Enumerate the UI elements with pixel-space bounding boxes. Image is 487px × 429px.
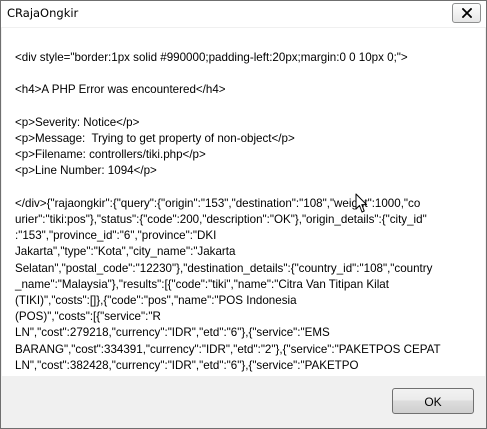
ok-button[interactable]: OK xyxy=(392,388,474,414)
title-bar[interactable]: CRajaOngkir xyxy=(1,1,486,27)
message-line: <p>Message: Trying to get property of no… xyxy=(15,131,295,145)
message-line: <p>Severity: Notice</p> xyxy=(15,115,140,129)
message-text: <div style="border:1px solid #990000;pad… xyxy=(15,50,455,374)
mouse-pointer-icon xyxy=(355,193,367,213)
message-line: :"153","province_id":"6","province":"DKI xyxy=(15,229,217,243)
message-line: _name":"Malaysia"},"results":[{"code":"t… xyxy=(15,277,389,291)
message-box-window: CRajaOngkir <div style="border:1px solid… xyxy=(0,0,487,429)
message-line: </div>{"rajaongkir":{"query":{"origin":"… xyxy=(15,196,421,210)
message-line: (TIKI)","costs":[]},{"code":"pos","name"… xyxy=(15,294,297,307)
message-area: <div style="border:1px solid #990000;pad… xyxy=(2,28,485,376)
close-icon xyxy=(462,8,472,18)
message-line: urier":"tiki:pos"},"status":{"code":200,… xyxy=(15,212,427,226)
message-line: <h4>A PHP Error was encountered</h4> xyxy=(15,83,226,97)
message-line: BARANG","cost":334391,"currency":"IDR","… xyxy=(15,342,441,356)
message-line: (POS)","costs":[{"service":"R xyxy=(15,310,161,324)
message-line: Jakarta","type":"Kota","city_name":"Jaka… xyxy=(15,245,236,259)
message-line: LN","cost":279218,"currency":"IDR","etd"… xyxy=(15,326,330,340)
message-line: Selatan","postal_code":"12230"},"destina… xyxy=(15,261,433,275)
window-title: CRajaOngkir xyxy=(7,6,79,20)
message-line: <p>Line Number: 1094</p> xyxy=(15,164,157,178)
message-line: LN","cost":382428,"currency":"IDR","etd"… xyxy=(15,358,359,372)
close-button[interactable] xyxy=(452,3,481,23)
message-line: <div style="border:1px solid #990000;pad… xyxy=(15,51,408,64)
message-line: <p>Filename: controllers/tiki.php</p> xyxy=(15,148,206,162)
